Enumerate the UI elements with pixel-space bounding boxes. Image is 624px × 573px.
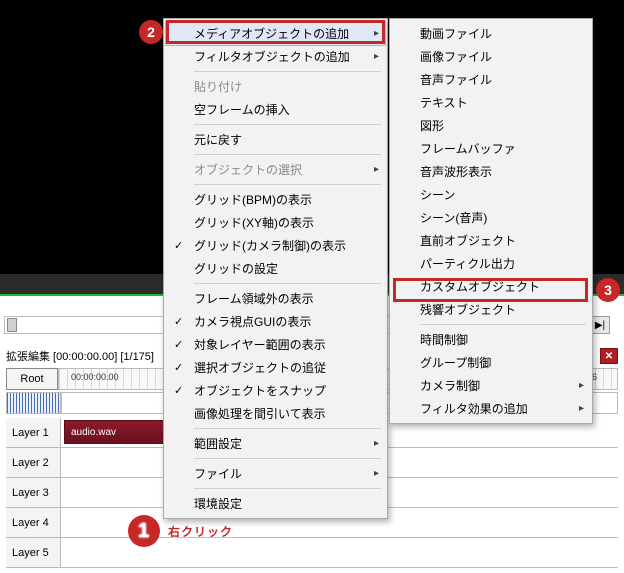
layer-label[interactable]: Layer 5 (6, 538, 61, 567)
submenu-item-text[interactable]: テキスト (392, 91, 590, 114)
waveform-strip (6, 392, 61, 414)
menu-separator (194, 184, 381, 185)
root-button[interactable]: Root (6, 368, 58, 390)
menu-separator (194, 154, 381, 155)
submenu-item-scene[interactable]: シーン (392, 183, 590, 206)
menu-item-select-obj: オブジェクトの選択 (166, 158, 385, 181)
submenu-item-audio[interactable]: 音声ファイル (392, 68, 590, 91)
step-forward-button[interactable]: ▶| (590, 316, 610, 334)
menu-separator (194, 488, 381, 489)
menu-item-add-media[interactable]: メディアオブジェクトの追加 (166, 22, 385, 45)
layer-row: Layer 5 (6, 538, 618, 568)
submenu-item-particle[interactable]: パーティクル出力 (392, 252, 590, 275)
layer-label[interactable]: Layer 1 (6, 418, 61, 447)
submenu-item-group-control[interactable]: グループ制御 (392, 351, 590, 374)
menu-item-snap-object[interactable]: オブジェクトをスナップ (166, 379, 385, 402)
menu-item-grid-settings[interactable]: グリッドの設定 (166, 257, 385, 280)
annotation-badge-2: 2 (139, 20, 163, 44)
submenu-item-video[interactable]: 動画ファイル (392, 22, 590, 45)
context-menu: メディアオブジェクトの追加 フィルタオブジェクトの追加 貼り付け 空フレームの挿… (163, 18, 388, 519)
annotation-rightclick: 1 右クリック (128, 515, 233, 547)
layer-label[interactable]: Layer 2 (6, 448, 61, 477)
layer-label[interactable]: Layer 3 (6, 478, 61, 507)
menu-item-undo[interactable]: 元に戻す (166, 128, 385, 151)
menu-separator (194, 71, 381, 72)
menu-item-add-filter[interactable]: フィルタオブジェクトの追加 (166, 45, 385, 68)
annotation-badge-3: 3 (596, 278, 620, 302)
audio-clip[interactable]: audio.wav (64, 420, 164, 444)
submenu-item-image[interactable]: 画像ファイル (392, 45, 590, 68)
menu-item-insert-empty[interactable]: 空フレームの挿入 (166, 98, 385, 121)
submenu-item-time-control[interactable]: 時間制御 (392, 328, 590, 351)
annotation-text: 右クリック (168, 523, 233, 540)
submenu-item-custom[interactable]: カスタムオブジェクト (392, 275, 590, 298)
menu-separator (194, 283, 381, 284)
menu-separator (420, 324, 586, 325)
submenu-item-prev-object[interactable]: 直前オブジェクト (392, 229, 590, 252)
menu-item-grid-bpm[interactable]: グリッド(BPM)の表示 (166, 188, 385, 211)
ruler-tick: 00:00:00.00 (71, 372, 119, 382)
submenu-item-reverb[interactable]: 残響オブジェクト (392, 298, 590, 321)
menu-item-target-layer[interactable]: 対象レイヤー範囲の表示 (166, 333, 385, 356)
menu-item-grid-camera[interactable]: グリッド(カメラ制御)の表示 (166, 234, 385, 257)
layer-label[interactable]: Layer 4 (6, 508, 61, 537)
menu-item-camera-gui[interactable]: カメラ視点GUIの表示 (166, 310, 385, 333)
submenu-item-shape[interactable]: 図形 (392, 114, 590, 137)
submenu-media-objects: 動画ファイル 画像ファイル 音声ファイル テキスト 図形 フレームバッファ 音声… (389, 18, 593, 424)
seek-thumb[interactable] (7, 318, 17, 332)
menu-item-file[interactable]: ファイル (166, 462, 385, 485)
menu-item-frame-out[interactable]: フレーム領域外の表示 (166, 287, 385, 310)
menu-separator (194, 428, 381, 429)
submenu-item-scene-audio[interactable]: シーン(音声) (392, 206, 590, 229)
menu-item-range-settings[interactable]: 範囲設定 (166, 432, 385, 455)
menu-separator (194, 458, 381, 459)
annotation-badge-1: 1 (128, 515, 160, 547)
menu-item-follow-selection[interactable]: 選択オブジェクトの追従 (166, 356, 385, 379)
menu-item-paste: 貼り付け (166, 75, 385, 98)
menu-separator (194, 124, 381, 125)
timeline-title: 拡張編集 [00:00:00.00] [1/175] (6, 348, 154, 364)
submenu-item-framebuffer[interactable]: フレームバッファ (392, 137, 590, 160)
submenu-item-camera-control[interactable]: カメラ制御 (392, 374, 590, 397)
menu-item-environment[interactable]: 環境設定 (166, 492, 385, 515)
submenu-item-filter-effect[interactable]: フィルタ効果の追加 (392, 397, 590, 420)
submenu-item-audiowave[interactable]: 音声波形表示 (392, 160, 590, 183)
close-button[interactable]: ✕ (600, 348, 618, 364)
menu-item-grid-xy[interactable]: グリッド(XY軸)の表示 (166, 211, 385, 234)
menu-item-thin-image[interactable]: 画像処理を間引いて表示 (166, 402, 385, 425)
